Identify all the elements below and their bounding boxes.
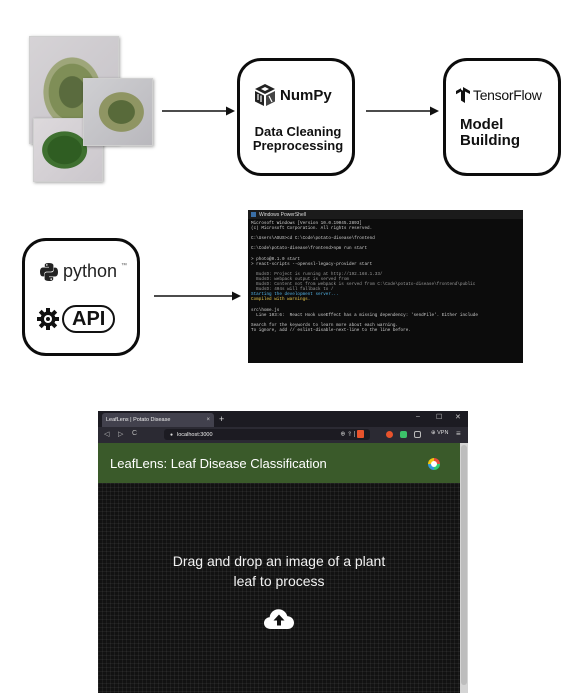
- powershell-title: Windows PowerShell: [259, 211, 306, 218]
- powershell-titlebar: Windows PowerShell: [248, 210, 523, 219]
- minimize-button[interactable]: –: [416, 413, 420, 420]
- sidebar-icon[interactable]: [414, 431, 421, 438]
- tab-bar: LeafLens | Potato Disease × + – ☐ ✕: [98, 411, 468, 427]
- scrollbar-thumb[interactable]: [461, 445, 467, 685]
- rewards-icon[interactable]: [386, 431, 393, 438]
- url-text: localhost:3000: [177, 431, 213, 438]
- leaf-photo-2: [83, 78, 153, 146]
- forward-button[interactable]: ▷: [118, 430, 123, 438]
- tensorflow-logo: TensorFlow: [456, 87, 542, 103]
- tensorflow-icon: [456, 87, 470, 103]
- vpn-button[interactable]: ⊕ VPN: [431, 430, 448, 436]
- maximize-button[interactable]: ☐: [436, 413, 442, 421]
- arrow-to-numpy: [162, 106, 235, 116]
- browser-window: LeafLens | Potato Disease × + – ☐ ✕ ◁ ▷ …: [98, 411, 468, 693]
- numpy-caption: Data Cleaning Preprocessing: [252, 124, 344, 153]
- tab-close-icon[interactable]: ×: [206, 417, 210, 423]
- dropzone-text: Drag and drop an image of a plant leaf t…: [172, 553, 386, 589]
- terminal-line: To ignore, add // eslint-disable-next-li…: [251, 327, 411, 333]
- scrollbar[interactable]: [460, 443, 468, 693]
- lock-icon: ●: [170, 431, 174, 438]
- back-button[interactable]: ◁: [104, 430, 109, 438]
- tensorflow-label: TensorFlow: [473, 87, 542, 103]
- extension-icon[interactable]: [400, 431, 407, 438]
- menu-icon[interactable]: ≡: [456, 429, 461, 438]
- reload-button[interactable]: C: [132, 430, 137, 437]
- address-bar[interactable]: ● localhost:3000 ⊕ ⇪ |: [164, 429, 370, 440]
- arrow-to-tensorflow: [366, 106, 439, 116]
- api-logo: API: [37, 305, 116, 333]
- api-label: API: [62, 305, 116, 333]
- numpy-label: NumPy: [280, 86, 332, 104]
- powershell-window: Windows PowerShell Microsoft Windows [Ve…: [248, 210, 523, 363]
- numpy-box: NumPy Data Cleaning Preprocessing: [237, 58, 355, 176]
- tensorflow-box: TensorFlow Model Building: [443, 58, 561, 176]
- brave-shield-icon[interactable]: [357, 430, 364, 438]
- numpy-logo: NumPy: [254, 83, 332, 107]
- navigation-bar: ◁ ▷ C ● localhost:3000 ⊕ ⇪ | ⊕ VPN ≡: [98, 427, 468, 443]
- powershell-output: Microsoft Windows [Version 10.0.19045.28…: [248, 219, 523, 335]
- tab-title: LeafLens | Potato Disease: [106, 417, 171, 423]
- close-window-button[interactable]: ✕: [455, 413, 461, 421]
- powershell-icon: [251, 212, 256, 217]
- tensorflow-caption: Model Building: [460, 116, 520, 149]
- app-logo-icon: [428, 458, 440, 470]
- python-icon: [40, 262, 58, 281]
- gear-icon: [37, 308, 59, 330]
- python-logo: python ™: [39, 261, 127, 282]
- image-dropzone[interactable]: Drag and drop an image of a plant leaf t…: [98, 483, 460, 693]
- tab-leaflens[interactable]: LeafLens | Potato Disease ×: [102, 413, 214, 427]
- cloud-upload-icon[interactable]: [263, 608, 295, 630]
- python-label: python: [63, 261, 118, 281]
- app-header: LeafLens: Leaf Disease Classification: [98, 443, 460, 483]
- arrow-to-terminal: [154, 291, 241, 301]
- python-trademark: ™: [121, 263, 128, 269]
- python-api-box: python ™ API: [22, 238, 140, 356]
- url-tools-icons[interactable]: ⊕ ⇪ |: [340, 432, 355, 438]
- new-tab-button[interactable]: +: [219, 414, 224, 424]
- url-tools: ⊕ ⇪ |: [340, 430, 364, 438]
- numpy-cube-icon: [255, 84, 275, 106]
- app-title: LeafLens: Leaf Disease Classification: [110, 456, 327, 471]
